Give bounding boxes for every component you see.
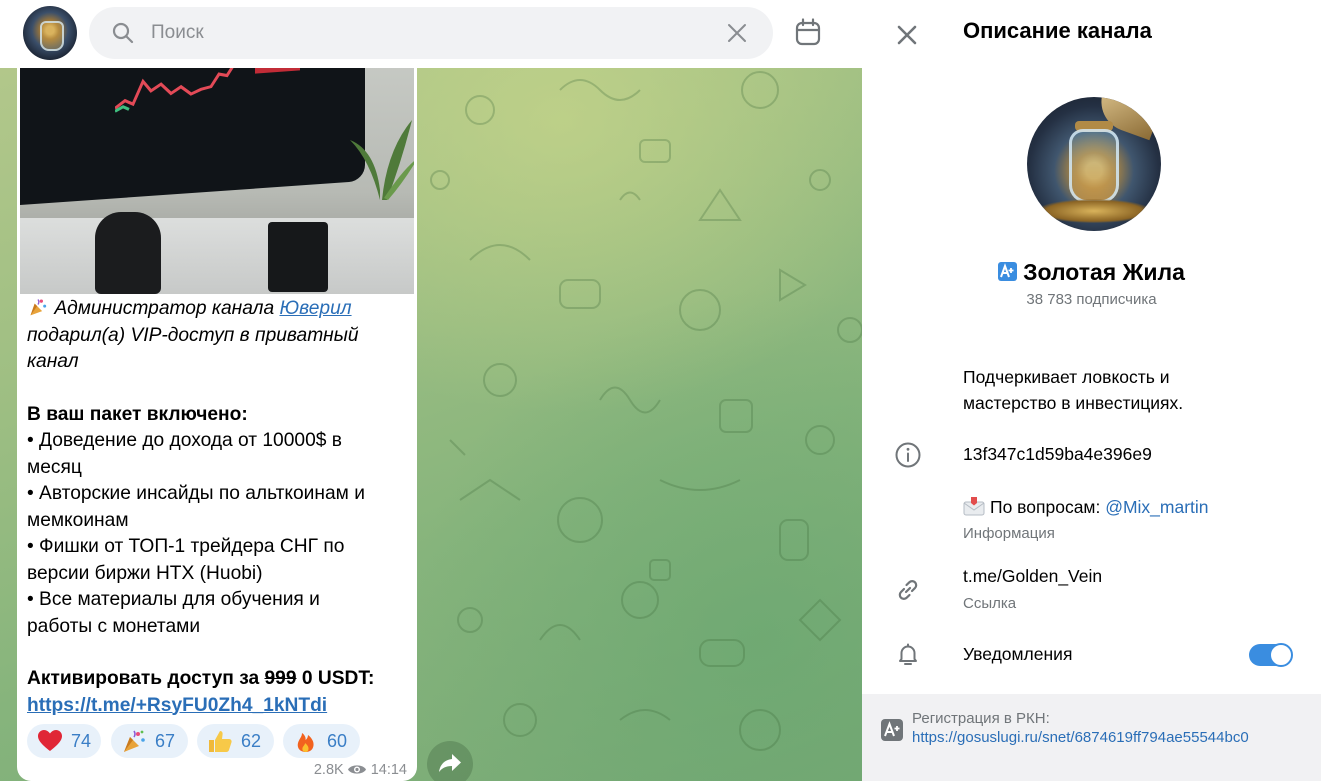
envelope-icon [963, 497, 985, 516]
reaction-count: 67 [155, 731, 176, 751]
bullet-2-line-1: • Авторские инсайды по альткоинам и [27, 483, 365, 504]
gift-line-1: подарил(а) VIP-доступ в приватный [27, 324, 359, 346]
heart-icon [38, 730, 62, 751]
new-price: 0 USDT: [296, 668, 375, 689]
contact-prefix: По вопросам: [990, 497, 1106, 517]
search-bar[interactable] [89, 7, 773, 59]
plant-image [350, 120, 414, 200]
package-heading: В ваш пакет включено: [27, 403, 248, 425]
desk-image [20, 218, 414, 294]
reaction-count: 60 [327, 731, 348, 751]
party-popper-icon [30, 299, 47, 316]
bullet-4-line-2: работы с монетами [27, 615, 201, 637]
reaction-count: 62 [241, 731, 262, 751]
activate-line: Активировать доступ за 999 0 USDT: [27, 666, 412, 693]
admin-line-prefix: Администратор канала [49, 298, 280, 319]
rkn-label: Регистрация в РКН: [912, 710, 1050, 727]
admin-line: Администратор канала Юверил [27, 296, 412, 323]
channel-link[interactable]: t.me/Golden_Vein [963, 566, 1102, 587]
notifications-toggle[interactable] [1249, 643, 1293, 667]
eye-icon [347, 765, 366, 774]
rkn-link[interactable]: https://gosuslugi.ru/snet/6874619ff794ae… [912, 729, 1249, 746]
activate-link[interactable]: https://t.me/+RsyFU0Zh4_1kNTdi [27, 693, 412, 720]
fire-icon [297, 733, 314, 752]
link-icon [898, 580, 918, 600]
bullet-3-line-2: версии биржи HTX (Huobi) [27, 562, 263, 584]
forward-button[interactable] [427, 741, 473, 781]
contact-label: Информация [963, 525, 1055, 542]
reaction-party[interactable]: 67 [111, 724, 188, 758]
channel-description: Подчеркивает ловкость и мастерство в инв… [963, 364, 1263, 416]
link-label: Ссылка [963, 595, 1017, 612]
forward-icon [439, 754, 461, 772]
activate-prefix: Активировать доступ за [27, 668, 265, 689]
search-icon [112, 22, 134, 44]
notifications-label: Уведомления [963, 644, 1073, 664]
reaction-count: 74 [71, 731, 92, 751]
message-meta: 2.8K 14:14 [314, 762, 407, 778]
view-count: 2.8K [313, 762, 344, 778]
sponsored-badge-icon [998, 262, 1018, 281]
description-line: мастерство в инвестициях. [963, 393, 1184, 413]
chat-area: Администратор канала Юверил подарил(а) V… [0, 0, 862, 781]
admin-name-link[interactable]: Юверил [280, 298, 352, 319]
message-time: 14:14 [370, 762, 407, 778]
gift-line-2: канал [27, 351, 79, 372]
channel-name-row: Золотая Жила [862, 259, 1321, 286]
bullet-4-line-1: • Все материалы для обучения и [27, 589, 320, 610]
contact-handle-link[interactable]: @Mix_martin [1105, 497, 1208, 517]
calendar-icon[interactable] [794, 17, 822, 47]
bell-icon [899, 643, 917, 665]
message-bubble[interactable]: Администратор канала Юверил подарил(а) V… [17, 40, 417, 781]
reaction-heart[interactable]: 74 [27, 724, 101, 758]
thumbs-up-icon [209, 731, 232, 752]
search-input[interactable] [151, 19, 711, 47]
close-icon[interactable] [894, 22, 920, 48]
rkn-registration-bar: Регистрация в РКН: https://gosuslugi.ru/… [862, 694, 1321, 781]
device-image [268, 222, 328, 292]
old-price: 999 [264, 668, 297, 689]
user-avatar[interactable] [23, 6, 77, 60]
sponsored-badge-icon [881, 719, 903, 741]
channel-name: Золотая Жила [1023, 259, 1185, 285]
bullet-2-line-2: мемкоинам [27, 509, 129, 531]
bullet-1-line-1: • Доведение до дохода от 10000$ в [27, 430, 342, 451]
bullet-1-line-2: месяц [27, 456, 82, 478]
bullet-3-line-1: • Фишки от ТОП-1 трейдера СНГ по [27, 536, 345, 557]
coins-image [1037, 199, 1151, 223]
message-photo[interactable] [20, 40, 414, 294]
reaction-fire[interactable]: 60 [283, 724, 360, 758]
chat-top-bar [0, 0, 862, 68]
party-popper-icon [124, 730, 145, 752]
subscriber-count: 38 783 подписчика [1026, 291, 1157, 308]
contact-line[interactable]: По вопросам: @Mix_martin [963, 496, 1209, 518]
info-icon [895, 442, 921, 468]
channel-info-panel: Описание канала Золотая Жила 38 783 подп… [862, 0, 1321, 781]
jar-image [1069, 129, 1119, 203]
close-icon[interactable] [725, 21, 749, 45]
description-line: Подчеркивает ловкость и [963, 367, 1170, 387]
message-text: Администратор канала Юверил подарил(а) V… [27, 296, 412, 719]
speaker-image [95, 212, 161, 294]
channel-id[interactable]: 13f347c1d59ba4e396e9 [963, 444, 1152, 465]
channel-avatar[interactable] [1027, 97, 1161, 231]
reaction-thumbs-up[interactable]: 62 [197, 724, 274, 758]
toggle-knob [1269, 643, 1293, 667]
panel-title: Описание канала [963, 18, 1152, 43]
